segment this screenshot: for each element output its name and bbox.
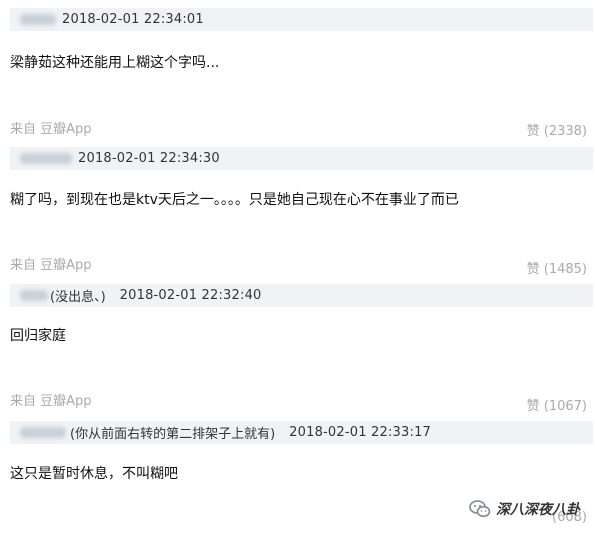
comment-text: 梁静茹这种还能用上糊这个字吗... <box>10 55 220 71</box>
wechat-icon <box>469 500 491 518</box>
comment-timestamp: 2018-02-01 22:34:30 <box>78 151 220 166</box>
like-count[interactable]: 赞 (1485) <box>527 258 587 277</box>
like-count[interactable]: 赞 (1067) <box>527 395 587 414</box>
watermark-text: 深八深夜八卦 <box>496 502 580 518</box>
username-blurred[interactable] <box>20 153 72 164</box>
username-blurred[interactable] <box>20 14 56 25</box>
comment-meta-bar: 2018-02-01 22:34:30 <box>10 147 593 170</box>
like-count[interactable]: 赞 (2338) <box>527 120 587 139</box>
comment-text: 这只是暂时休息，不叫糊吧 <box>10 466 178 482</box>
user-signature: (没出息、) <box>50 290 106 305</box>
comment-text: 糊了吗，到现在也是ktv天后之一。。。。只是她自己现在心不在事业了而已 <box>10 192 459 208</box>
user-signature: (你从前面右转的第二排架子上就有) <box>70 427 276 442</box>
comment-meta-bar: (没出息、) 2018-02-01 22:32:40 <box>10 284 593 307</box>
comment-meta-bar: 2018-02-01 22:34:01 <box>10 8 593 31</box>
comment-timestamp: 2018-02-01 22:32:40 <box>119 288 262 303</box>
comment-source: 来自 豆瓣App <box>10 394 92 409</box>
comment-meta-bar: (你从前面右转的第二排架子上就有) 2018-02-01 22:33:17 <box>10 421 593 444</box>
username-blurred[interactable] <box>20 290 48 301</box>
username-blurred[interactable] <box>20 427 66 438</box>
watermark: 深八深夜八卦 <box>468 497 580 521</box>
comment-timestamp: 2018-02-01 22:34:01 <box>62 12 204 27</box>
comment-source: 来自 豆瓣App <box>10 258 92 273</box>
comment-timestamp: 2018-02-01 22:33:17 <box>289 425 432 440</box>
comment-source: 来自 豆瓣App <box>10 122 92 137</box>
comment-text: 回归家庭 <box>10 328 66 344</box>
